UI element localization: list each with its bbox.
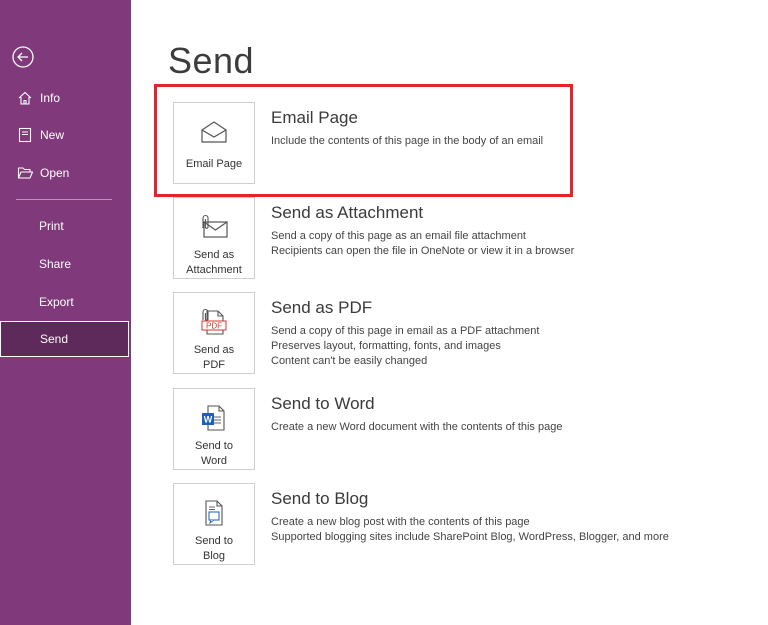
blog-post-icon bbox=[199, 498, 229, 528]
sidebar-item-new[interactable]: New bbox=[0, 117, 131, 153]
option-send-to-blog: Send to Blog Send to Blog Create a new b… bbox=[173, 483, 733, 565]
backstage-sidebar: Info New Open Print Share Export Send bbox=[0, 0, 131, 625]
sidebar-item-label: Export bbox=[39, 295, 74, 309]
option-description: Send a copy of this page in email as a P… bbox=[271, 325, 540, 367]
sidebar-item-export[interactable]: Export bbox=[0, 284, 131, 320]
option-title: Send to Word bbox=[271, 394, 375, 413]
sidebar-item-label: Info bbox=[40, 91, 61, 105]
sidebar-item-open[interactable]: Open bbox=[0, 155, 131, 191]
send-to-word-button[interactable]: W Send to Word bbox=[173, 388, 255, 470]
sidebar-item-label: Open bbox=[40, 166, 70, 180]
send-as-pdf-button[interactable]: PDF Send as PDF bbox=[173, 292, 255, 374]
page-title: Send bbox=[168, 40, 255, 81]
sidebar-item-send[interactable]: Send bbox=[0, 321, 129, 357]
sidebar-item-print[interactable]: Print bbox=[0, 208, 131, 244]
svg-text:PDF: PDF bbox=[206, 322, 222, 331]
option-send-as-attachment: Send as Attachment Send as Attachment Se… bbox=[173, 197, 733, 279]
option-send-as-pdf: PDF Send as PDF Send as PDF Send a copy … bbox=[173, 292, 733, 374]
attachment-envelope-icon bbox=[199, 212, 229, 242]
option-description: Create a new Word document with the cont… bbox=[271, 421, 563, 433]
sidebar-divider bbox=[16, 199, 112, 200]
option-title: Send to Blog bbox=[271, 489, 369, 508]
sidebar-item-label: Share bbox=[39, 257, 72, 271]
sidebar-item-label: New bbox=[40, 128, 65, 142]
tile-label: Send to Word bbox=[195, 440, 233, 467]
option-description: Send a copy of this page as an email fil… bbox=[271, 230, 575, 257]
pdf-attachment-icon: PDF bbox=[198, 307, 230, 337]
home-icon bbox=[16, 89, 34, 107]
word-document-icon: W bbox=[199, 403, 229, 433]
send-as-attachment-button[interactable]: Send as Attachment bbox=[173, 197, 255, 279]
new-page-icon bbox=[16, 126, 34, 144]
tile-label: Send as PDF bbox=[193, 344, 235, 371]
sidebar-item-share[interactable]: Share bbox=[0, 246, 131, 282]
option-send-to-word: W Send to Word Send to Word Create a new… bbox=[173, 388, 733, 470]
send-to-blog-button[interactable]: Send to Blog bbox=[173, 483, 255, 565]
sidebar-item-label: Send bbox=[40, 332, 69, 346]
option-title: Send as PDF bbox=[271, 298, 373, 317]
sidebar-item-info[interactable]: Info bbox=[0, 80, 131, 116]
highlight-box bbox=[154, 84, 573, 197]
tile-label: Send as Attachment bbox=[186, 249, 242, 276]
back-arrow-icon[interactable] bbox=[11, 45, 35, 69]
option-title: Send as Attachment bbox=[271, 203, 424, 222]
option-description: Create a new blog post with the contents… bbox=[271, 516, 669, 543]
folder-open-icon bbox=[16, 164, 34, 182]
tile-label: Send to Blog bbox=[195, 535, 233, 562]
sidebar-item-label: Print bbox=[39, 219, 64, 233]
svg-text:W: W bbox=[204, 415, 213, 425]
